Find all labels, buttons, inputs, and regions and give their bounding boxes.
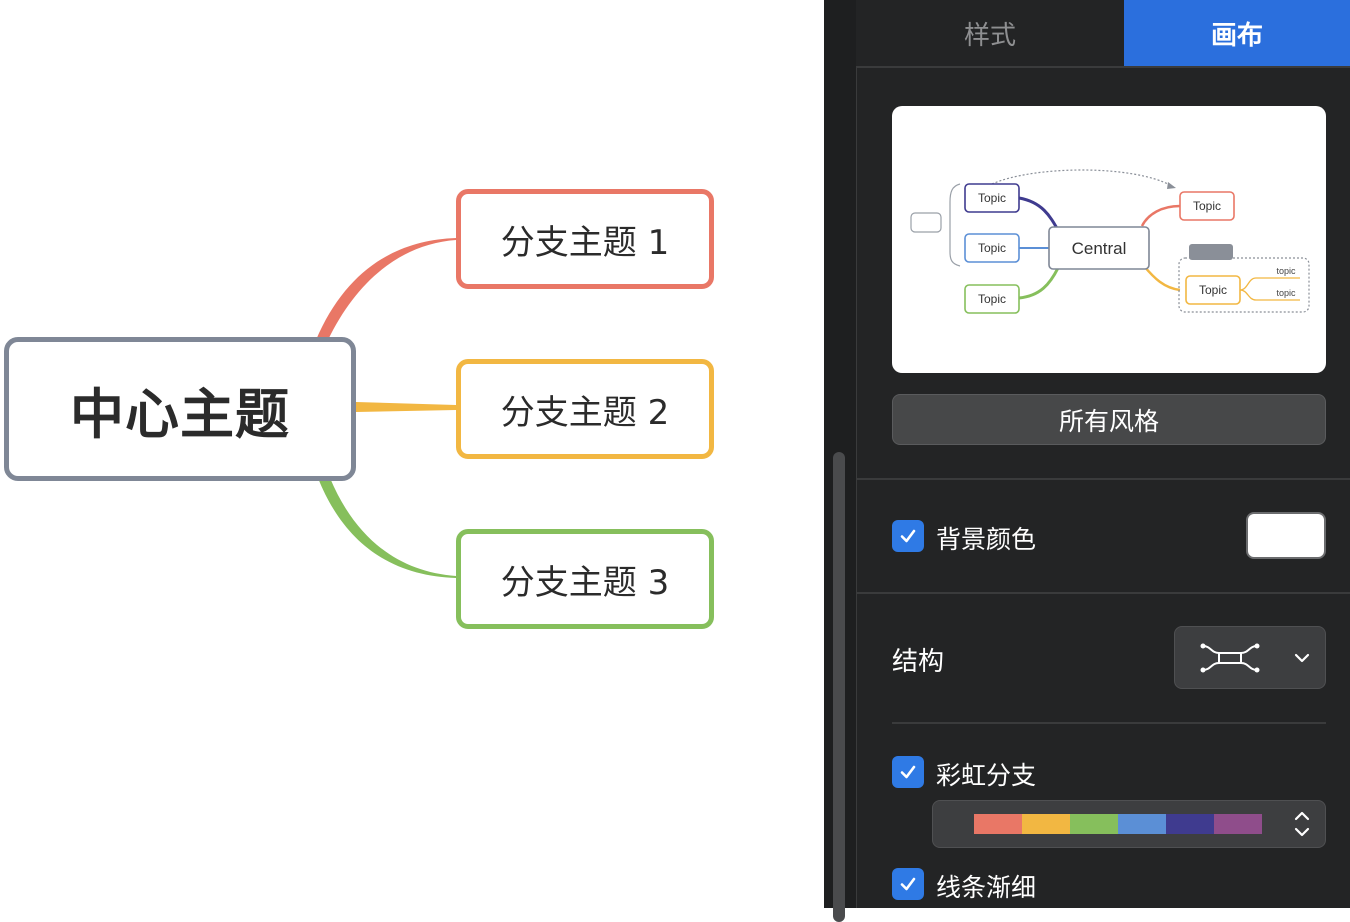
section-divider	[856, 478, 1350, 480]
all-styles-button[interactable]: 所有风格	[892, 394, 1326, 445]
central-topic-label: 中心主题	[70, 382, 290, 446]
checkmark-icon	[900, 877, 916, 891]
structure-dropdown[interactable]	[1174, 626, 1326, 689]
preview-subtopic-label: topic	[1276, 288, 1296, 298]
rainbow-branch-label: 彩虹分支	[936, 761, 1037, 790]
preview-topic-label: Topic	[978, 292, 1006, 306]
section-divider	[892, 722, 1326, 724]
preview-floating-topic	[910, 212, 942, 233]
scrollbar-thumb[interactable]	[833, 452, 845, 922]
rainbow-color-segment-4	[1118, 814, 1166, 834]
preview-topic-label: Topic	[1199, 283, 1227, 297]
panel-body: 样式 画布 Topic Topic Topic Central Topic To…	[856, 0, 1350, 908]
branch-topic-3[interactable]: 分支主题 3	[456, 529, 714, 629]
preview-topic-label: Topic	[1193, 199, 1221, 213]
connector-branch-2	[356, 402, 456, 412]
connector-branch-1	[316, 238, 456, 340]
background-color-swatch[interactable]	[1246, 512, 1326, 559]
structure-label: 结构	[892, 647, 945, 677]
rainbow-color-segment-5	[1166, 814, 1214, 834]
up-down-chevron-icon	[1294, 811, 1310, 837]
checkmark-icon	[900, 765, 916, 779]
rainbow-color-strip	[974, 814, 1262, 834]
branch-topic-label: 分支主题 2	[500, 392, 670, 433]
section-divider	[856, 592, 1350, 594]
tab-canvas[interactable]: 画布	[1124, 0, 1350, 66]
preview-connector	[1140, 204, 1181, 227]
theme-preview[interactable]: Topic Topic Topic Central Topic Topic to…	[892, 106, 1326, 373]
format-panel: 样式 画布 Topic Topic Topic Central Topic To…	[824, 0, 1350, 922]
preview-topic-label: Topic	[978, 241, 1006, 255]
preview-arrowhead	[1167, 182, 1176, 189]
preview-topic-label: Topic	[978, 191, 1006, 205]
preview-subtopic-label: topic	[1276, 266, 1296, 276]
tapered-lines-checkbox[interactable]	[892, 868, 924, 900]
preview-connector	[1143, 265, 1181, 292]
background-color-checkbox[interactable]	[892, 520, 924, 552]
branch-topic-2[interactable]: 分支主题 2	[456, 359, 714, 459]
central-topic[interactable]: 中心主题	[4, 337, 356, 481]
preview-central-label: Central	[1072, 239, 1127, 258]
mindmap-structure-icon	[1200, 643, 1260, 673]
rainbow-color-segment-3	[1070, 814, 1118, 834]
checkmark-icon	[900, 529, 916, 543]
rainbow-color-segment-6	[1214, 814, 1262, 834]
theme-preview-graphic: Topic Topic Topic Central Topic Topic to…	[910, 169, 1310, 314]
preview-boundary-bracket	[949, 183, 961, 267]
connector-branch-3	[318, 478, 456, 578]
rainbow-color-segment-1	[974, 814, 1022, 834]
rainbow-palette-dropdown[interactable]	[932, 800, 1326, 848]
background-color-label: 背景颜色	[936, 525, 1037, 554]
tab-style[interactable]: 样式	[856, 0, 1124, 66]
tapered-lines-label: 线条渐细	[936, 873, 1037, 902]
branch-topic-label: 分支主题 1	[500, 222, 670, 263]
canvas-scrollbar[interactable]	[824, 0, 857, 922]
rainbow-color-segment-2	[1022, 814, 1070, 834]
panel-tabs: 样式 画布	[856, 0, 1350, 68]
preview-dotted-relationship	[991, 169, 1173, 187]
rainbow-branch-checkbox[interactable]	[892, 756, 924, 788]
chevron-down-icon	[1294, 653, 1310, 663]
branch-topic-1[interactable]: 分支主题 1	[456, 189, 714, 289]
mindmap-canvas[interactable]: 中心主题 分支主题 1 分支主题 2 分支主题 3	[0, 0, 824, 908]
preview-connector	[1018, 267, 1060, 300]
branch-topic-label: 分支主题 3	[500, 562, 670, 603]
preview-connector	[1018, 196, 1060, 231]
